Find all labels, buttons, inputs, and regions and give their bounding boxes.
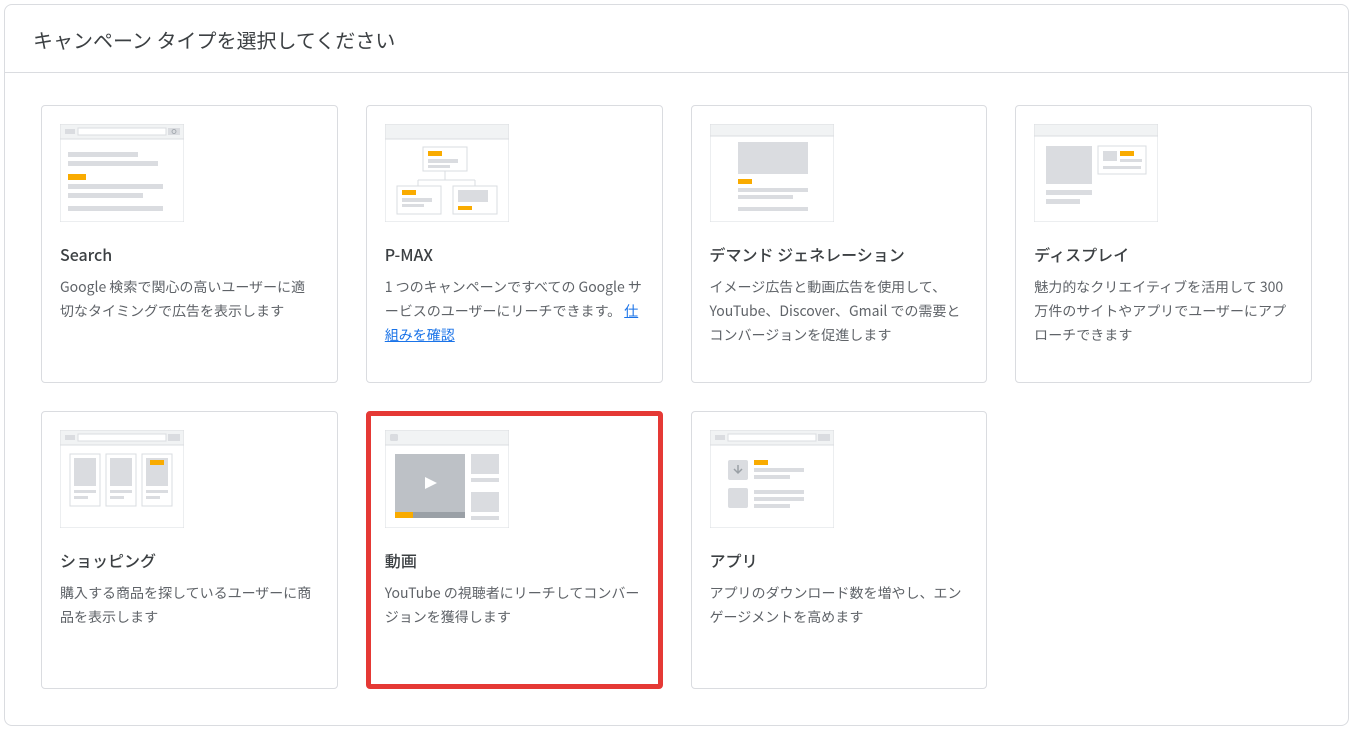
panel-title: キャンペーン タイプを選択してください [33,25,1320,54]
card-desc: YouTube の視聴者にリーチしてコンバージョンを獲得します [385,582,644,630]
campaign-card-shopping[interactable]: ショッピング 購入する商品を探しているユーザーに商品を表示します [41,411,338,689]
card-title: P-MAX [385,242,644,266]
card-desc: Google 検索で関心の高いユーザーに適切なタイミングで広告を表示します [60,276,319,324]
card-title: Search [60,242,319,266]
card-title: 動画 [385,548,644,572]
video-thumb-icon [385,430,509,528]
campaign-card-app[interactable]: アプリ アプリのダウンロード数を増やし、エンゲージメントを高めます [691,411,988,689]
campaign-cards-grid: Search Google 検索で関心の高いユーザーに適切なタイミングで広告を表… [5,73,1348,725]
card-desc: イメージ広告と動画広告を使用して、YouTube、Discover、Gmail … [710,276,969,347]
demand-gen-thumb-icon [710,124,834,222]
card-desc: 購入する商品を探しているユーザーに商品を表示します [60,582,319,630]
campaign-type-panel: キャンペーン タイプを選択してください [4,4,1349,726]
search-thumb-icon [60,124,184,222]
card-title: ショッピング [60,548,319,572]
campaign-card-pmax[interactable]: P-MAX 1 つのキャンペーンですべての Google サービスのユーザーにリ… [366,105,663,383]
app-thumb-icon [710,430,834,528]
campaign-card-video[interactable]: 動画 YouTube の視聴者にリーチしてコンバージョンを獲得します [366,411,663,689]
card-title: ディスプレイ [1034,242,1293,266]
shopping-thumb-icon [60,430,184,528]
card-desc: 魅力的なクリエイティブを活用して 300 万件のサイトやアプリでユーザーにアプロ… [1034,276,1293,347]
card-desc-text: 1 つのキャンペーンですべての Google サービスのユーザーにリーチできます… [385,277,642,321]
card-title: アプリ [710,548,969,572]
card-title: デマンド ジェネレーション [710,242,969,266]
campaign-card-demand-gen[interactable]: デマンド ジェネレーション イメージ広告と動画広告を使用して、YouTube、D… [691,105,988,383]
panel-header: キャンペーン タイプを選択してください [5,5,1348,73]
display-thumb-icon [1034,124,1158,222]
card-desc: アプリのダウンロード数を増やし、エンゲージメントを高めます [710,582,969,630]
pmax-thumb-icon [385,124,509,222]
campaign-card-display[interactable]: ディスプレイ 魅力的なクリエイティブを活用して 300 万件のサイトやアプリでユ… [1015,105,1312,383]
card-desc: 1 つのキャンペーンですべての Google サービスのユーザーにリーチできます… [385,276,644,347]
campaign-card-search[interactable]: Search Google 検索で関心の高いユーザーに適切なタイミングで広告を表… [41,105,338,383]
